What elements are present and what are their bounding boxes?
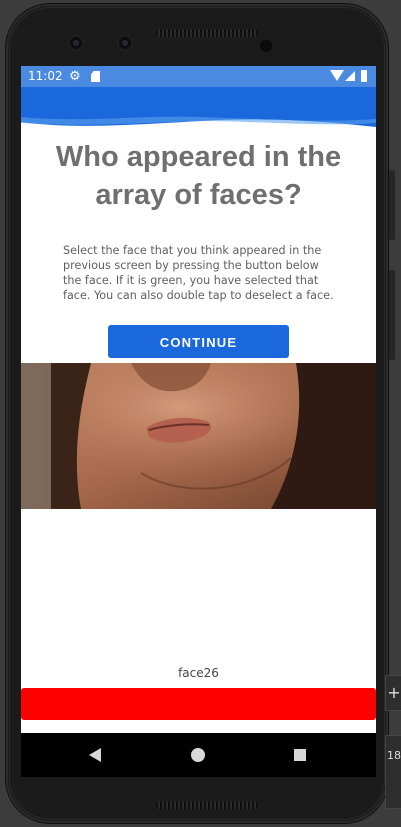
- wifi-icon: [330, 70, 344, 81]
- settings-gear-icon: ⚙: [69, 69, 81, 84]
- system-nav-bar: [21, 733, 376, 777]
- battery-icon: [361, 70, 367, 82]
- proximity-sensor: [260, 40, 272, 52]
- home-icon[interactable]: [191, 748, 205, 762]
- device-screen: 11:02 ⚙ Who appeared in the array of fac…: [21, 66, 376, 733]
- app-bar-wave-header: [21, 87, 376, 135]
- instructions-text: Select the face that you think appeared …: [63, 244, 334, 302]
- face-label: face26: [178, 666, 219, 680]
- sd-card-icon: [91, 71, 100, 82]
- select-face-button[interactable]: [21, 688, 376, 720]
- volume-button[interactable]: [389, 270, 395, 360]
- continue-button[interactable]: CONTINUE: [108, 325, 289, 358]
- top-speaker: [156, 29, 258, 37]
- front-camera-left: [67, 34, 85, 52]
- front-camera-right: [116, 34, 134, 52]
- back-icon[interactable]: [89, 748, 101, 762]
- bottom-speaker: [156, 801, 258, 809]
- power-button[interactable]: [389, 170, 395, 240]
- cell-signal-icon: [345, 71, 355, 81]
- side-panel-text: 18: [387, 749, 401, 762]
- plus-icon: +: [387, 683, 401, 702]
- recents-icon[interactable]: [294, 749, 306, 761]
- status-bar: 11:02 ⚙: [21, 66, 376, 87]
- face-photo-graphic: [21, 363, 376, 509]
- status-time: 11:02: [28, 69, 63, 83]
- emulator-zoom-plus[interactable]: +: [385, 675, 401, 711]
- wave-header-graphic: [21, 87, 376, 127]
- emulator-window: + 18 11:02 ⚙ Who appeared in the array o…: [0, 0, 401, 827]
- face-photo[interactable]: [21, 363, 376, 509]
- page-title: Who appeared in the array of faces?: [55, 141, 342, 211]
- emulator-side-panel[interactable]: 18: [385, 735, 401, 809]
